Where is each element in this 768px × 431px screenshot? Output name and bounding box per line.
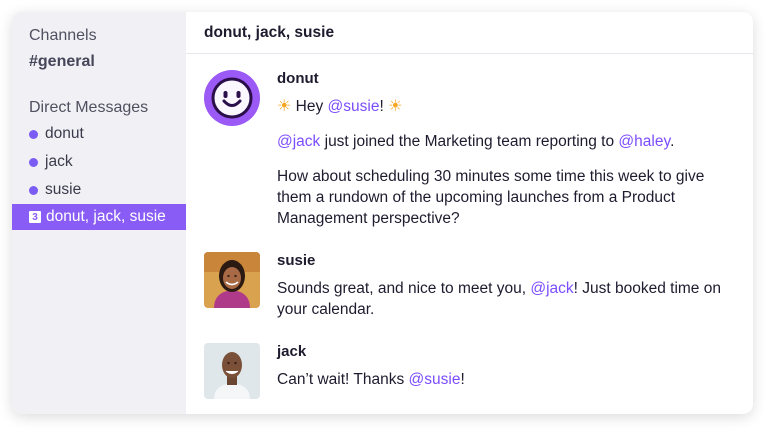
unread-count-badge: 3 bbox=[29, 211, 41, 223]
conversation-pane: donut, jack, susie donut ☀ Hey @susie! ☀ bbox=[186, 12, 753, 414]
message-author: susie bbox=[277, 252, 316, 269]
sidebar-item-jack[interactable]: jack bbox=[12, 149, 186, 175]
message-text: How about scheduling 30 minutes some tim… bbox=[277, 166, 733, 229]
sidebar-item-susie[interactable]: susie bbox=[12, 177, 186, 203]
mention-link[interactable]: @susie bbox=[409, 371, 461, 388]
text-line: them a rundown of the upcoming launches … bbox=[277, 189, 676, 206]
text-segment: Sounds great, and nice to meet you, bbox=[277, 280, 531, 297]
direct-messages-heading: Direct Messages bbox=[29, 99, 149, 116]
sidebar-item-general[interactable]: #general bbox=[29, 53, 95, 71]
sidebar: Channels #general Direct Messages donut … bbox=[12, 12, 186, 414]
message-text: @jack just joined the Marketing team rep… bbox=[277, 131, 733, 152]
text-segment: . bbox=[670, 133, 675, 150]
presence-dot-icon bbox=[29, 185, 38, 195]
text-line: Management perspective? bbox=[277, 210, 460, 227]
sidebar-item-label: donut, jack, susie bbox=[46, 208, 166, 225]
message-author: donut bbox=[277, 70, 319, 87]
text-segment: Hey bbox=[295, 98, 328, 115]
sidebar-item-label: donut bbox=[45, 125, 84, 142]
user-photo-icon bbox=[204, 252, 260, 308]
text-segment: just joined the Marketing team reporting… bbox=[320, 133, 619, 150]
channels-heading: Channels bbox=[29, 27, 97, 44]
chat-window: Channels #general Direct Messages donut … bbox=[12, 12, 753, 414]
message-text: Sounds great, and nice to meet you, @jac… bbox=[277, 278, 733, 320]
text-segment: ! bbox=[379, 98, 389, 115]
text-segment: Can’t wait! Thanks bbox=[277, 371, 409, 388]
mention-link[interactable]: @susie bbox=[328, 98, 380, 115]
mention-link[interactable]: @haley bbox=[618, 133, 670, 150]
sidebar-item-label: susie bbox=[45, 181, 82, 198]
text-segment: your calendar. bbox=[277, 301, 375, 318]
conversation-title: donut, jack, susie bbox=[204, 23, 335, 41]
text-segment: ! Just booked time on bbox=[573, 280, 721, 297]
presence-dot-icon bbox=[29, 129, 38, 139]
message-author: jack bbox=[277, 343, 307, 360]
mention-link[interactable]: @jack bbox=[277, 133, 320, 150]
user-photo-icon bbox=[204, 343, 260, 399]
mention-link[interactable]: @jack bbox=[530, 280, 573, 297]
sidebar-item-label: jack bbox=[45, 153, 73, 170]
smiley-icon bbox=[204, 70, 260, 126]
message-text: ☀ Hey @susie! ☀ bbox=[277, 96, 733, 117]
text-line: How about scheduling 30 minutes some tim… bbox=[277, 168, 705, 185]
sidebar-item-donut[interactable]: donut bbox=[12, 121, 186, 147]
conversation-header: donut, jack, susie bbox=[186, 12, 753, 54]
text-segment: ! bbox=[460, 371, 465, 388]
message-text: Can’t wait! Thanks @susie! bbox=[277, 369, 733, 390]
sun-emoji-icon: ☀ bbox=[277, 98, 292, 115]
sidebar-item-group-dm[interactable]: 3 donut, jack, susie bbox=[12, 204, 186, 230]
sun-emoji-icon: ☀ bbox=[388, 98, 403, 115]
presence-dot-icon bbox=[29, 157, 38, 167]
